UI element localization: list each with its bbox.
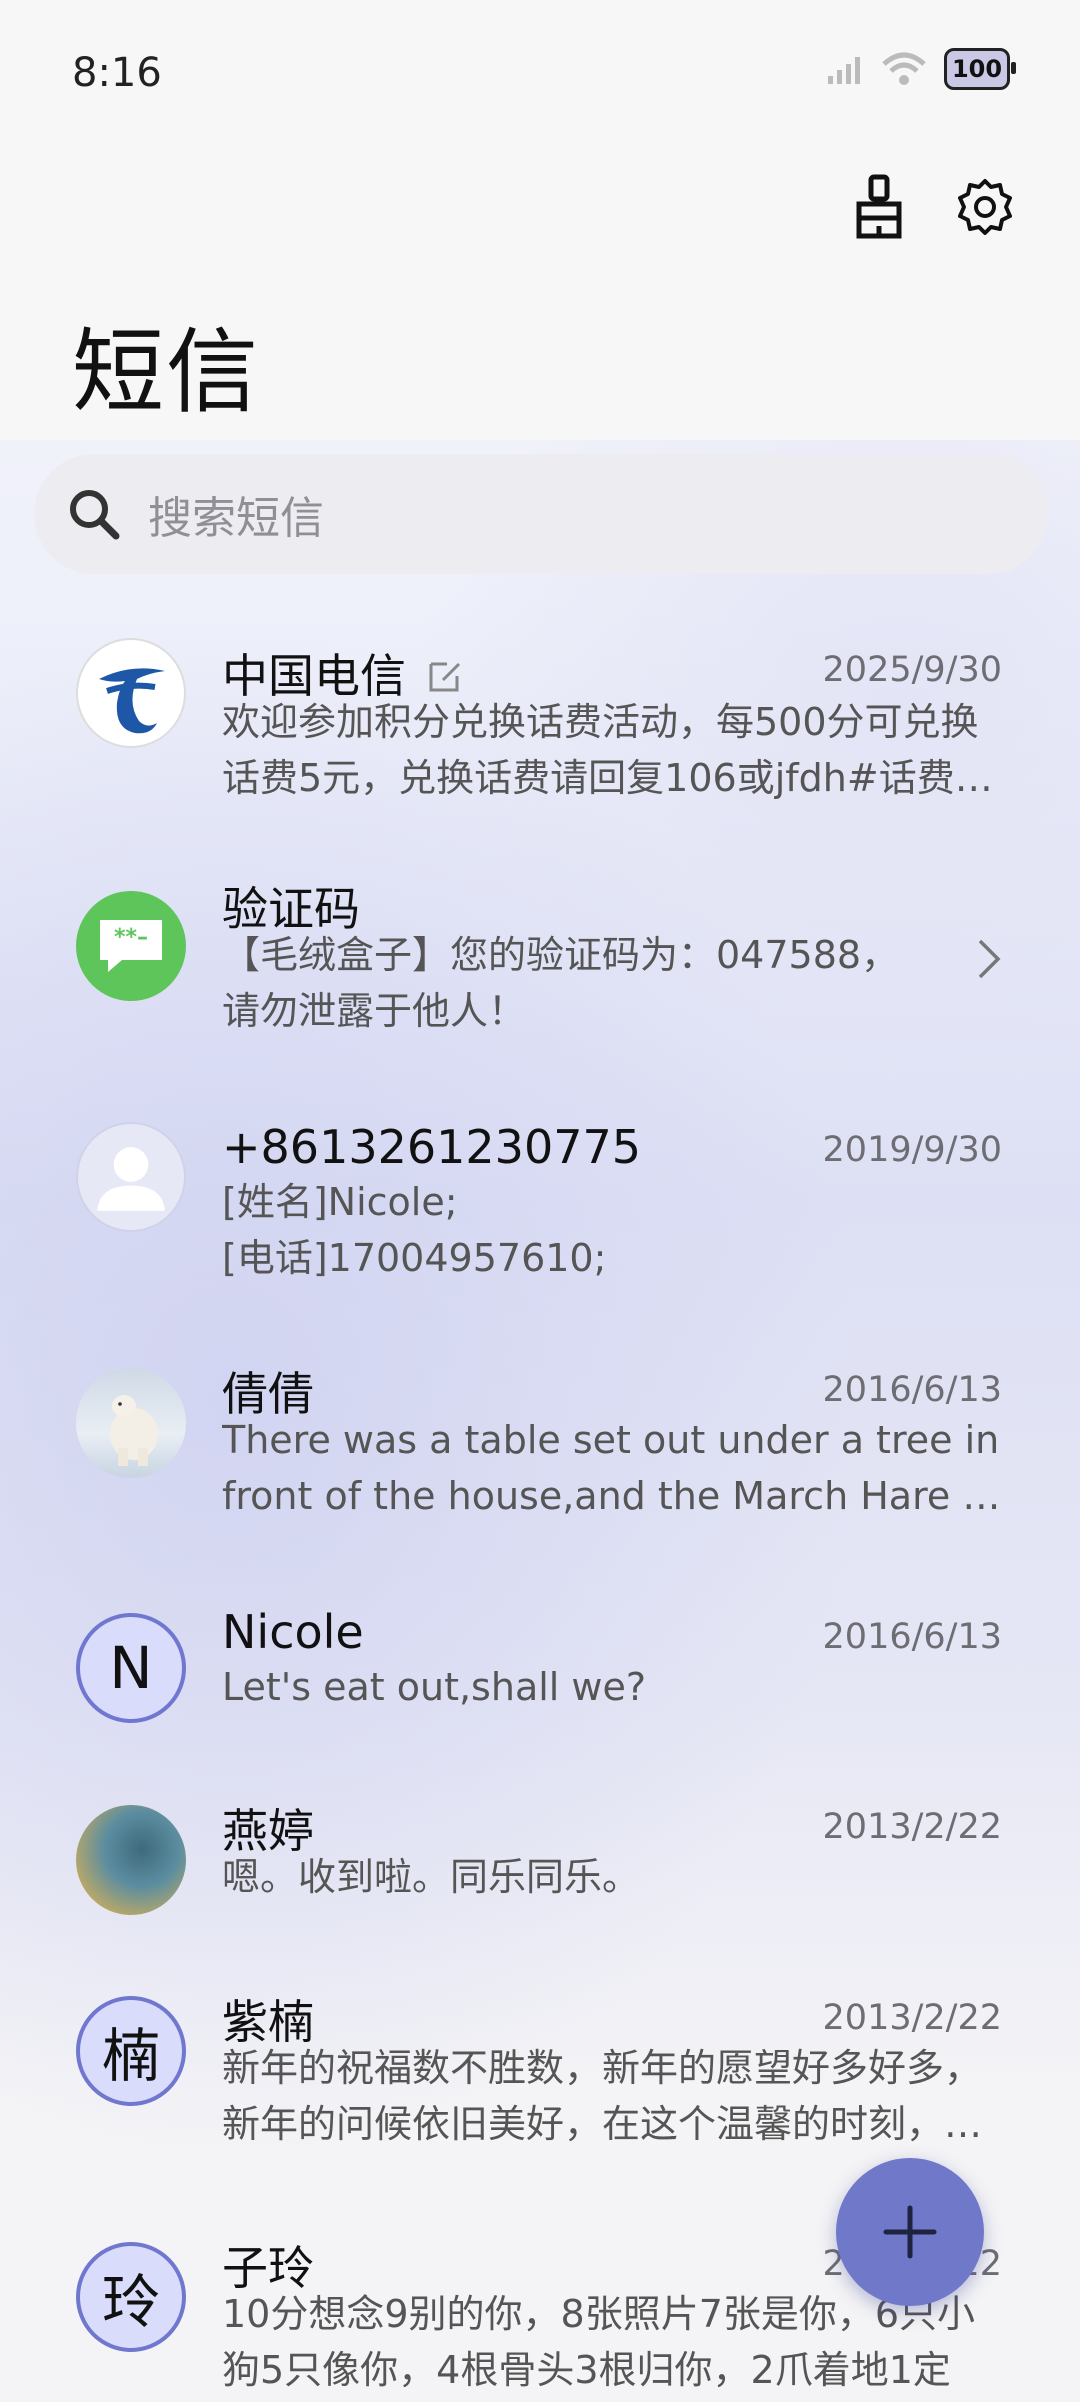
conversation-preview: 欢迎参加积分兑换话费活动，每500分可兑换 话费5元，兑换话费请回复106或jf…: [222, 694, 1002, 806]
clean-brush-button[interactable]: [844, 172, 914, 242]
conversation-item[interactable]: N Nicole 2016/6/13 Let's eat out,shall w…: [0, 1575, 1080, 1760]
conversation-preview: 嗯。收到啦。同乐同乐。: [222, 1849, 1002, 1905]
signal-icon: [828, 57, 860, 84]
contact-avatar: [76, 1122, 186, 1232]
landscape-photo-avatar: [76, 1805, 186, 1915]
conversation-date: 2013/2/22: [822, 1807, 1002, 1847]
china-telecom-logo-icon: [99, 668, 165, 734]
preview-line-2: front of the house,and the March Hare an…: [222, 1474, 1002, 1518]
chevron-right-icon[interactable]: [974, 937, 1004, 981]
gear-icon: [958, 179, 1012, 235]
search-icon: [70, 490, 120, 540]
preview-line-1: 新年的祝福数不胜数，新年的愿望好多好多，: [222, 2046, 983, 2090]
top-actions: [844, 172, 1020, 242]
preview-line-2: [电话]17004957610;: [222, 1236, 607, 1280]
preview-line-1: 欢迎参加积分兑换话费活动，每500分可兑换: [222, 700, 979, 744]
status-icons: 100: [828, 48, 1016, 90]
verification-code-avatar: **–: [76, 891, 186, 1001]
conversation-item[interactable]: 中国电信 2025/9/30 欢迎参加积分兑换话费活动，每500分可兑换 话费5…: [0, 590, 1080, 830]
conversation-item[interactable]: 燕婷 2013/2/22 嗯。收到啦。同乐同乐。: [0, 1765, 1080, 1950]
status-time: 8:16: [72, 50, 162, 96]
wifi-icon: [882, 52, 926, 85]
conversation-preview: 【毛绒盒子】您的验证码为：047588， 请勿泄露于他人！: [222, 927, 1002, 1039]
china-telecom-avatar: [76, 638, 186, 748]
preview-line-1: Let's eat out,shall we?: [222, 1665, 647, 1709]
conversation-date: 2016/6/13: [822, 1370, 1002, 1410]
preview-line-2: 新年的问候依旧美好，在这个温馨的时刻，…: [222, 2102, 983, 2146]
conversation-date: 2016/6/13: [822, 1617, 1002, 1657]
conversation-preview: There was a table set out under a tree i…: [222, 1412, 1002, 1524]
brush-icon: [856, 174, 902, 239]
conversation-item[interactable]: **– 验证码 【毛绒盒子】您的验证码为：047588， 请勿泄露于他人！: [0, 835, 1080, 1075]
letter-avatar: 玲: [76, 2242, 186, 2352]
conversation-date: 2025/9/30: [822, 650, 1002, 690]
conversation-name: Nicole: [222, 1605, 364, 1659]
letter-avatar: 楠: [76, 1996, 186, 2106]
conversation-item[interactable]: +8613261230775 2019/9/30 [姓名]Nicole; [电话…: [0, 1080, 1080, 1320]
conversation-preview: 10分想念9别的你，8张照片7张是你，6只小 狗5只像你，4根骨头3根归你，2爪…: [222, 2286, 1002, 2398]
conversation-name: +8613261230775: [222, 1120, 642, 1174]
conversation-preview: 新年的祝福数不胜数，新年的愿望好多好多， 新年的问候依旧美好，在这个温馨的时刻，…: [222, 2040, 1002, 2152]
conversation-preview: [姓名]Nicole; [电话]17004957610;: [222, 1174, 1002, 1286]
preview-line-2: 请勿泄露于他人！: [222, 989, 527, 1033]
search-placeholder: 搜索短信: [148, 493, 324, 544]
conversation-preview: Let's eat out,shall we?: [222, 1659, 1002, 1715]
polar-bear-photo-avatar: [76, 1368, 186, 1478]
search-bar[interactable]: 搜索短信: [34, 454, 1048, 574]
settings-button[interactable]: [950, 172, 1020, 242]
conversation-item[interactable]: 倩倩 2016/6/13 There was a table set out u…: [0, 1328, 1080, 1568]
conversation-date: 2019/9/30: [822, 1130, 1002, 1170]
edit-note-icon: [429, 662, 460, 692]
preview-line-1: There was a table set out under a tree i…: [222, 1418, 1000, 1462]
conversation-date: 2013/2/22: [822, 1998, 1002, 2038]
preview-line-2: 狗5只像你，4根骨头3根归你，2爪着地1定: [222, 2348, 951, 2392]
preview-line-1: 【毛绒盒子】您的验证码为：047588，: [222, 933, 900, 977]
verify-avatar-text: **–: [113, 925, 148, 950]
plus-icon: [883, 2205, 937, 2259]
preview-line-2: 话费5元，兑换话费请回复106或jfdh#话费…: [222, 756, 993, 800]
preview-line-1: 嗯。收到啦。同乐同乐。: [222, 1855, 641, 1899]
person-icon: [97, 1147, 165, 1211]
page-title: 短信: [72, 319, 261, 426]
new-message-button[interactable]: [836, 2158, 984, 2306]
battery-icon: 100: [944, 48, 1016, 90]
polar-bear-image: [110, 1395, 158, 1466]
preview-line-1: [姓名]Nicole;: [222, 1180, 458, 1224]
letter-avatar: N: [76, 1613, 186, 1723]
